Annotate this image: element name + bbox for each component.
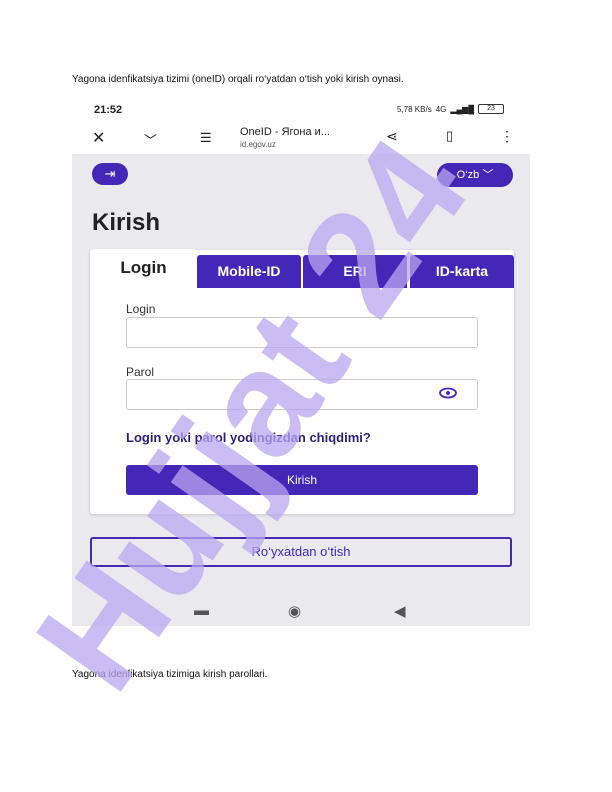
status-time: 21:52 bbox=[94, 104, 123, 116]
login-input[interactable] bbox=[126, 317, 478, 348]
phone-screenshot: 21:52 5,78 KB/s 4G ▂▄▆█ 23 ✕ ﹀ ☰ OneID -… bbox=[72, 96, 530, 626]
forgot-password-link[interactable]: Login yoki parol yodingizdan chiqdimi? bbox=[126, 430, 371, 445]
tab-mobile-id[interactable]: Mobile-ID bbox=[197, 255, 301, 288]
password-label: Parol bbox=[126, 365, 155, 379]
caption-top: Yagona idenfikatsiya tizimi (oneID) orqa… bbox=[72, 74, 404, 85]
tab-id-karta[interactable]: ID-karta bbox=[410, 255, 514, 288]
eye-icon[interactable] bbox=[438, 386, 458, 400]
back-icon[interactable]: ◀ bbox=[394, 602, 406, 620]
browser-toolbar: ✕ ﹀ ☰ OneID - Ягона и... id.egov.uz ⋖ ▯ … bbox=[72, 122, 530, 154]
back-button[interactable]: ⇥ bbox=[92, 163, 128, 185]
page-heading: Kirish bbox=[92, 209, 161, 236]
bookmark-icon[interactable]: ▯ bbox=[446, 128, 453, 144]
signal-type: 4G bbox=[435, 104, 447, 114]
login-submit-button[interactable]: Kirish bbox=[126, 465, 478, 495]
site-settings-icon[interactable]: ☰ bbox=[200, 130, 212, 146]
language-label: O‘zb bbox=[456, 169, 480, 181]
signal-icon: ▂▄▆█ bbox=[450, 104, 474, 114]
caption-bottom: Yagona idenfikatsiya tizimiga kirish par… bbox=[72, 669, 268, 680]
battery-icon: 23 bbox=[478, 104, 504, 114]
page-content: ⇥ O‘zb ﹀ Kirish Login Mobile-ID ERI ID-k… bbox=[72, 154, 530, 626]
share-icon[interactable]: ⋖ bbox=[386, 128, 398, 145]
status-bar: 21:52 5,78 KB/s 4G ▂▄▆█ 23 bbox=[72, 96, 530, 122]
close-icon[interactable]: ✕ bbox=[92, 128, 105, 148]
chevron-down-icon: ﹀ bbox=[482, 169, 494, 181]
home-icon[interactable]: ◉ bbox=[288, 602, 301, 620]
language-selector[interactable]: O‘zb ﹀ bbox=[437, 163, 513, 187]
url-host[interactable]: id.egov.uz bbox=[240, 140, 276, 149]
more-menu-icon[interactable]: ⋮ bbox=[500, 128, 514, 145]
network-speed: 5,78 KB/s bbox=[397, 104, 432, 114]
recent-apps-icon[interactable]: ▬ bbox=[194, 602, 209, 619]
chevron-down-icon[interactable]: ﹀ bbox=[144, 130, 157, 149]
password-input[interactable] bbox=[126, 379, 478, 410]
tab-eri[interactable]: ERI bbox=[303, 255, 407, 288]
login-label: Login bbox=[126, 302, 156, 316]
status-icons: 5,78 KB/s 4G ▂▄▆█ 23 bbox=[397, 104, 504, 114]
exit-arrow-icon: ⇥ bbox=[104, 166, 116, 181]
page-title[interactable]: OneID - Ягона и... bbox=[240, 126, 330, 138]
register-button[interactable]: Ro‘yxatdan o‘tish bbox=[90, 537, 512, 567]
system-nav-bar: ▬ ◉ ◀ bbox=[72, 596, 530, 626]
tab-login[interactable]: Login bbox=[90, 249, 197, 287]
